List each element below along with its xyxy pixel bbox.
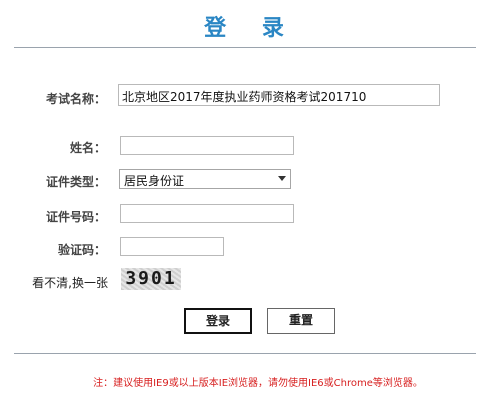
captcha-input[interactable] bbox=[120, 237, 224, 256]
browser-note: 注：建议使用IE9或以上版本IE浏览器，请勿使用IE6或Chrome等浏览器。 bbox=[93, 378, 423, 389]
refresh-captcha-link[interactable]: 看不清,换一张 bbox=[16, 274, 108, 291]
name-label: 姓名： bbox=[69, 141, 106, 155]
reset-button[interactable]: 重置 bbox=[267, 308, 335, 334]
name-input[interactable] bbox=[120, 136, 294, 155]
id-type-selected-value: 居民身份证 bbox=[124, 174, 185, 188]
id-type-select[interactable]: 居民身份证 bbox=[119, 169, 291, 189]
exam-name-label: 考试名称： bbox=[45, 92, 106, 106]
id-type-label: 证件类型： bbox=[45, 175, 106, 189]
captcha-image[interactable]: 3901 bbox=[121, 268, 181, 290]
id-number-label: 证件号码： bbox=[45, 210, 106, 224]
captcha-label: 验证码： bbox=[57, 243, 106, 257]
top-divider bbox=[14, 47, 476, 48]
page-title: 登 录 bbox=[204, 16, 298, 41]
login-button[interactable]: 登录 bbox=[184, 308, 252, 334]
exam-name-field[interactable]: 北京地区2017年度执业药师资格考试201710 bbox=[118, 84, 440, 106]
id-number-input[interactable] bbox=[120, 204, 294, 223]
bottom-divider bbox=[14, 353, 476, 354]
chevron-down-icon bbox=[278, 176, 286, 181]
